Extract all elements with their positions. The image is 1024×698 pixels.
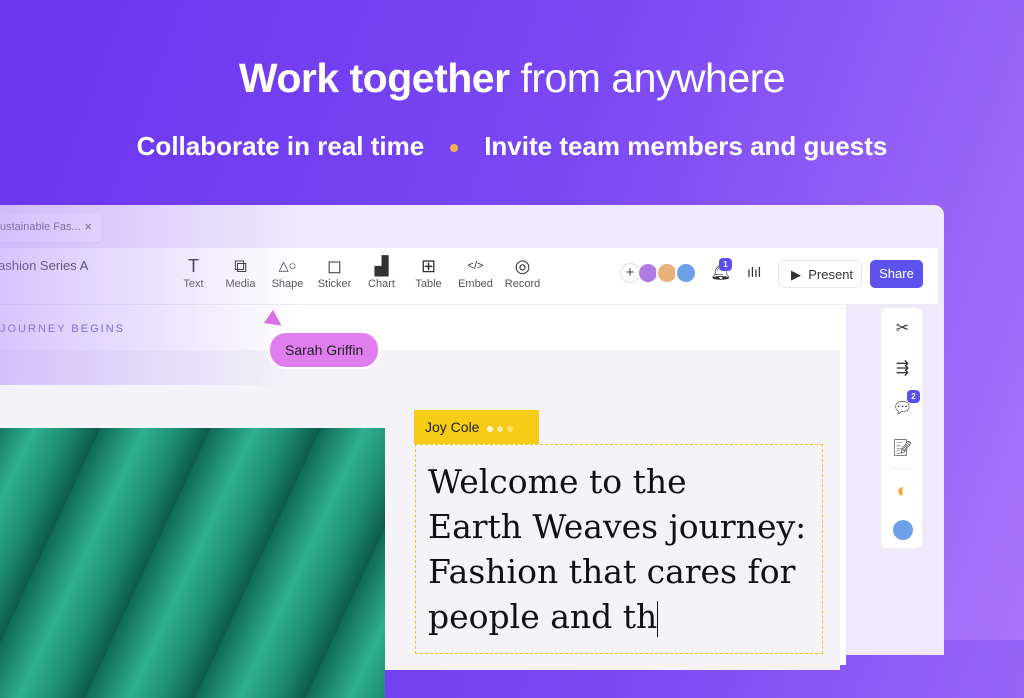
tool-chart[interactable]: ▟ Chart: [358, 254, 405, 290]
title-light: from anywhere: [520, 55, 786, 101]
sticker-icon: ◻: [327, 256, 342, 276]
table-icon: ⊞: [420, 256, 437, 276]
shape-icon: △○: [278, 258, 297, 273]
text-box[interactable]: Welcome to the Earth Weaves journey: Fas…: [415, 444, 823, 654]
analytics-icon[interactable]: ılıl: [747, 264, 761, 280]
tool-table[interactable]: ⊞ Table: [405, 254, 452, 290]
right-rail: ✂ ⇶ 💬︎ 2 📝︎ ◐: [880, 307, 923, 549]
toolbar: ashion Series A T Text ⧉ Media △○ Shape ◻ St…: [0, 248, 938, 305]
document-tab[interactable]: ustainable Fas... ×: [0, 213, 102, 242]
bullet-dot: [450, 144, 459, 153]
notes-icon[interactable]: 📝︎: [881, 438, 924, 458]
embed-icon: </>: [467, 260, 484, 272]
subtitle-right: Invite team members and guests: [484, 131, 888, 161]
notification-badge: 1: [719, 258, 732, 271]
hero-subtitle: Collaborate in real time Invite team memb…: [0, 131, 1024, 162]
tool-label: Shape: [271, 278, 304, 290]
media-icon: ⧉: [234, 256, 247, 276]
editor-name: Joy Cole: [425, 419, 480, 435]
bell-icon[interactable]: 🔔︎ 1: [710, 258, 732, 282]
text-line: Fashion that cares for: [428, 552, 796, 591]
editor-label-joy: Joy Cole: [414, 410, 539, 444]
tool-media[interactable]: ⧉ Media: [217, 254, 264, 290]
cursor-label-sarah: Sarah Griffin: [268, 331, 381, 369]
text-line: Welcome to the: [428, 462, 687, 501]
comments-badge: 2: [907, 390, 920, 403]
tool-label: Chart: [368, 278, 395, 290]
play-icon: ▶: [791, 267, 801, 282]
collaborators: +: [620, 262, 697, 284]
animation-icon[interactable]: ⇶: [881, 358, 924, 378]
tool-sticker[interactable]: ◻ Sticker: [311, 254, 358, 290]
design-tools-icon[interactable]: ✂: [881, 318, 924, 338]
present-button[interactable]: ▶ Present: [778, 260, 862, 288]
avatar[interactable]: [675, 262, 697, 284]
tool-label: Embed: [458, 278, 493, 290]
record-icon: ◎: [514, 256, 531, 276]
chart-icon: ▟: [374, 256, 389, 276]
divider: [891, 468, 913, 469]
subtitle-left: Collaborate in real time: [136, 131, 425, 161]
user-avatar[interactable]: [881, 520, 924, 545]
tool-label: Text: [183, 278, 204, 290]
text-icon: T: [188, 256, 199, 276]
comments-icon[interactable]: 💬︎ 2: [881, 390, 924, 418]
text-caret: [657, 601, 659, 637]
tool-shape[interactable]: △○ Shape: [264, 254, 311, 290]
tool-label: Sticker: [317, 278, 352, 290]
section-label: JOURNEY BEGINS: [0, 323, 125, 335]
share-button[interactable]: Share: [870, 260, 923, 288]
document-title[interactable]: ashion Series A: [0, 258, 88, 273]
text-line: people and th: [428, 597, 658, 636]
tool-record[interactable]: ◎ Record: [499, 254, 546, 290]
tab-label: ustainable Fas...: [0, 221, 81, 233]
present-label: Present: [808, 267, 854, 282]
hero-title: Work together from anywhere: [0, 55, 1024, 102]
tool-text[interactable]: T Text: [170, 254, 217, 290]
theme-icon[interactable]: ◐: [881, 480, 924, 503]
text-line: Earth Weaves journey:: [428, 507, 807, 546]
fabric-image[interactable]: [0, 428, 385, 698]
tool-label: Record: [504, 278, 541, 290]
tool-embed[interactable]: </> Embed: [452, 254, 499, 290]
tool-label: Table: [415, 278, 442, 290]
close-icon[interactable]: ×: [84, 219, 92, 234]
title-bold: Work together: [238, 55, 510, 101]
tool-label: Media: [225, 278, 256, 290]
